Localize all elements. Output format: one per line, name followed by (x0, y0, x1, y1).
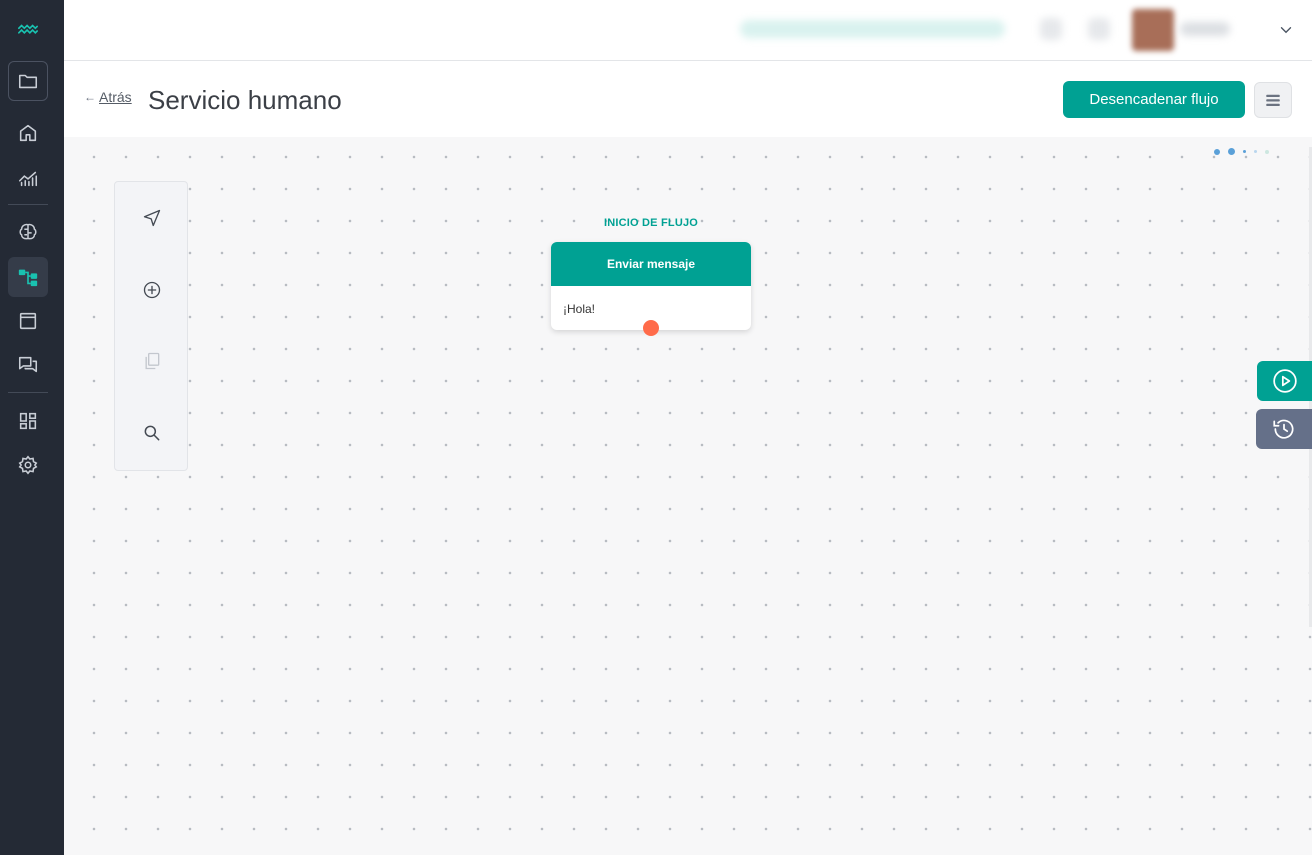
analytics-icon[interactable] (8, 158, 48, 198)
history-icon[interactable] (1256, 409, 1312, 449)
node-header: Enviar mensaje (551, 242, 751, 286)
add-node-icon[interactable] (137, 275, 167, 305)
redacted-link (740, 20, 1005, 38)
zoom-search-icon[interactable] (137, 418, 167, 448)
page-header: ← Atrás Servicio humano Desencadenar flu… (64, 61, 1312, 137)
sidebar (0, 0, 64, 855)
canvas-toolbar (114, 181, 188, 471)
back-link[interactable]: Atrás (99, 89, 132, 105)
back-arrow-icon: ← (84, 90, 96, 104)
flow-canvas[interactable]: INICIO DE FLUJO Enviar mensaje ¡Hola! (64, 137, 1312, 855)
window-icon[interactable] (8, 301, 48, 341)
hamburger-icon[interactable] (1254, 82, 1292, 118)
redacted-icon (1040, 18, 1062, 40)
chevron-down-icon[interactable] (1274, 18, 1298, 42)
dashboard-icon[interactable] (8, 401, 48, 441)
folder-icon[interactable] (8, 61, 48, 101)
navigate-icon[interactable] (137, 203, 167, 233)
home-icon[interactable] (8, 113, 48, 153)
redacted-user-name (1180, 22, 1230, 36)
back-link-container: ← Atrás (84, 89, 132, 105)
trigger-flow-button[interactable]: Desencadenar flujo (1063, 81, 1245, 118)
play-circle-icon[interactable] (1257, 361, 1312, 401)
page-title: Servicio humano (148, 85, 342, 115)
avatar[interactable] (1132, 9, 1174, 51)
waves-logo-icon[interactable] (8, 11, 48, 51)
node-output-port[interactable] (643, 320, 659, 336)
redacted-icon (1088, 18, 1110, 40)
top-bar (64, 0, 1312, 61)
chat-icon[interactable] (8, 345, 48, 385)
settings-icon[interactable] (8, 445, 48, 485)
copy-icon[interactable] (137, 346, 167, 376)
loading-dots (1214, 148, 1269, 155)
brain-icon[interactable] (8, 212, 48, 252)
flow-start-label: INICIO DE FLUJO (603, 217, 699, 229)
flow-tree-icon[interactable] (8, 257, 48, 297)
send-message-node[interactable]: Enviar mensaje ¡Hola! (551, 242, 751, 336)
